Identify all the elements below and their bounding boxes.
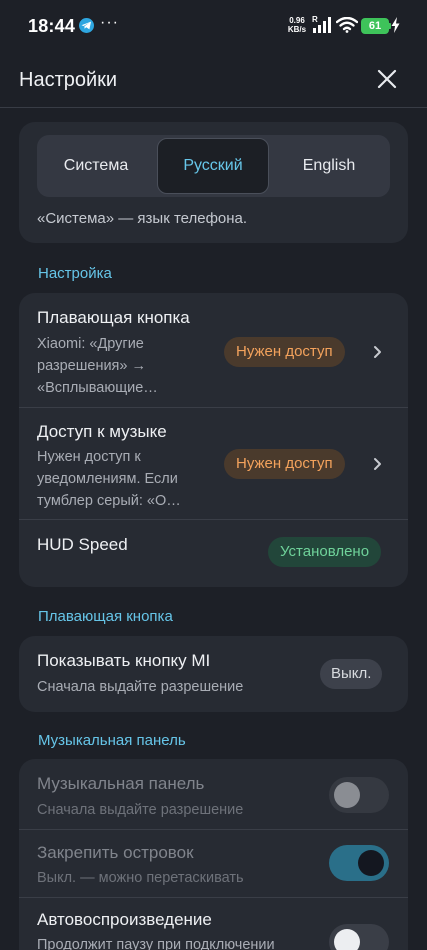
music-row-pin-island[interactable]: Закрепить островок Выкл. — можно перетас… [19,830,408,897]
section-title-music-panel: Музыкальная панель [38,732,186,749]
row-subtitle: Сначала выдайте разрешение [37,679,244,695]
close-icon [377,69,397,89]
charging-bolt-icon [391,17,400,33]
row-title: Доступ к музыке [37,422,167,441]
page-title: Настройки [19,69,118,91]
row-subtitle: Продолжит паузу при подключении [37,937,275,950]
chevron-right-icon [374,346,381,358]
row-subtitle: Нужен доступ к уведомлениям. Если тумбле… [37,449,181,509]
row-title: Показывать кнопку MI [37,651,211,670]
telegram-icon [79,18,94,33]
language-card: Система Русский English «Система» — язык… [19,122,408,243]
toggle-knob [334,929,360,950]
language-option-system[interactable]: Система [40,138,152,194]
music-panel-card: Музыкальная панель Сначала выдайте разре… [19,759,408,950]
section-title-floating-button: Плавающая кнопка [38,608,173,625]
signal-icon: R [312,15,331,33]
more-notifications-icon: ··· [100,14,119,31]
signal-roaming-label: R [312,15,318,24]
settings-screen: 18:44 ··· 0.96 KB/s R 61 Настройки Систе… [0,0,427,950]
pin-island-toggle[interactable] [329,845,389,881]
music-row-music-panel[interactable]: Музыкальная панель Сначала выдайте разре… [19,759,408,829]
toggle-knob [334,782,360,808]
status-badge: Установлено [268,537,382,567]
status-badge: Нужен доступ [224,337,345,367]
value-badge[interactable]: Выкл. [320,659,383,689]
music-panel-toggle[interactable] [329,777,389,813]
row-title: Закрепить островок [37,843,194,862]
autoplay-toggle[interactable] [329,924,389,950]
language-note: «Система» — язык телефона. [37,210,248,227]
chevron-right-icon [374,458,381,470]
row-subtitle: Xiaomi: «Другие разрешения» → «Всплывающ… [37,336,158,396]
setup-row-music-access[interactable]: Доступ к музыке Нужен доступ к уведомлен… [19,408,408,519]
net-speed-unit: KB/s [287,25,307,34]
section-title-setup: Настройка [38,265,112,282]
language-selector: Система Русский English [37,135,390,197]
app-header: Настройки [0,52,427,108]
toggle-knob [358,850,384,876]
floating-row-show-mi-button[interactable]: Показывать кнопку MI Сначала выдайте раз… [19,636,408,712]
setup-row-hud-speed[interactable]: HUD Speed Установлено [19,520,408,587]
status-bar: 18:44 ··· 0.96 KB/s R 61 [0,0,427,52]
setup-row-floating-button[interactable]: Плавающая кнопка Xiaomi: «Другие разреше… [19,293,408,407]
status-badge: Нужен доступ [224,449,345,479]
row-title: HUD Speed [37,535,128,554]
row-title: Плавающая кнопка [37,308,190,327]
setup-card: Плавающая кнопка Xiaomi: «Другие разреше… [19,293,408,587]
clock: 18:44 [28,16,76,36]
net-speed: 0.96 KB/s [285,16,309,34]
wifi-icon [336,17,358,33]
close-button[interactable] [372,64,402,94]
floating-button-card: Показывать кнопку MI Сначала выдайте раз… [19,636,408,712]
battery-indicator: 61 [361,18,389,34]
row-title: Музыкальная панель [37,774,205,793]
music-row-autoplay[interactable]: Автовоспроизведение Продолжит паузу при … [19,898,408,950]
row-title: Автовоспроизведение [37,910,212,929]
row-subtitle: Сначала выдайте разрешение [37,802,244,818]
net-speed-value: 0.96 [289,16,305,25]
language-option-english[interactable]: English [273,138,385,194]
row-subtitle: Выкл. — можно перетаскивать [37,870,244,886]
language-option-russian[interactable]: Русский [157,138,269,194]
